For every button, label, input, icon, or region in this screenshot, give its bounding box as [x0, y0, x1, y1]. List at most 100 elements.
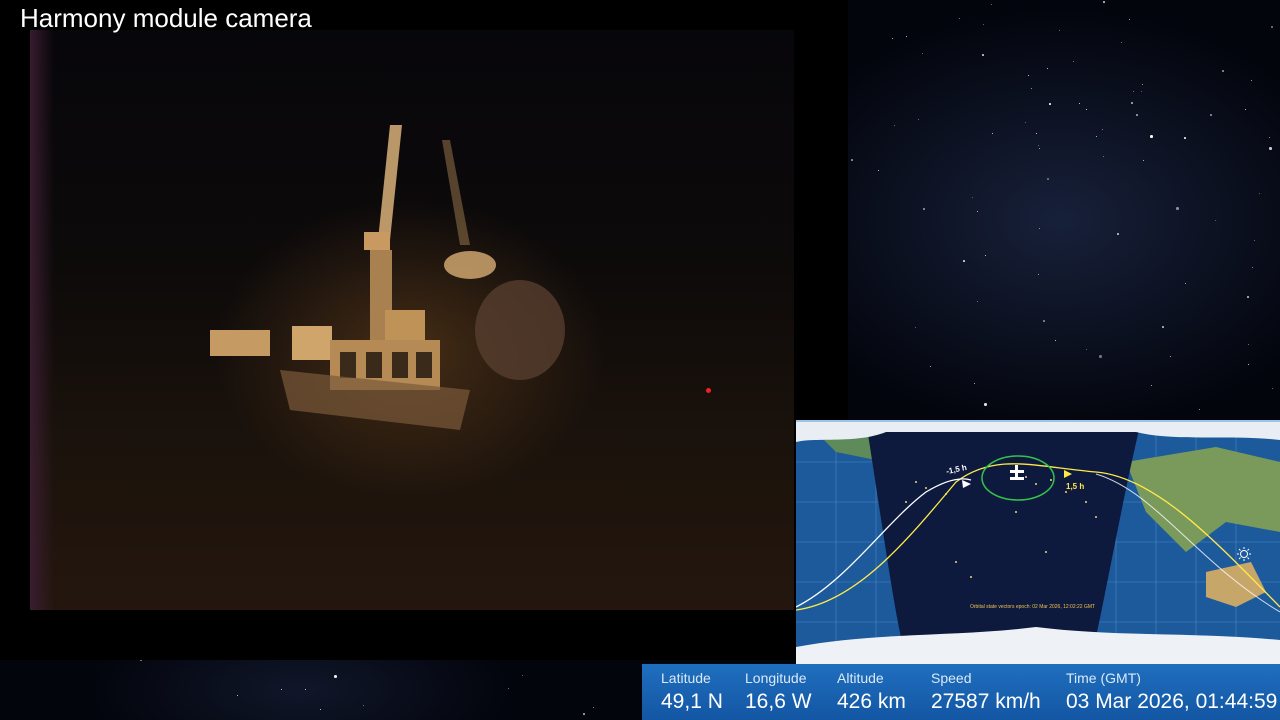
- star: [1025, 122, 1026, 123]
- star: [1117, 233, 1119, 235]
- arm-boom-shadow: [442, 140, 470, 245]
- star: [1031, 88, 1032, 89]
- star: [1086, 349, 1087, 350]
- star: [977, 211, 978, 212]
- star: [983, 24, 984, 25]
- future-orbit-label: 1,5 h: [1066, 482, 1085, 491]
- star: [984, 403, 987, 406]
- star: [1096, 136, 1097, 137]
- longitude-readout: Longitude 16,6 W: [745, 670, 812, 715]
- star: [1222, 70, 1224, 72]
- star: [982, 54, 984, 56]
- star: [878, 170, 879, 171]
- star: [930, 366, 931, 367]
- altitude-readout: Altitude 426 km: [837, 670, 906, 715]
- star: [1059, 30, 1060, 31]
- star: [363, 705, 364, 706]
- night-region: [866, 422, 1141, 649]
- star: [1271, 26, 1273, 28]
- star: [991, 4, 992, 5]
- star: [1038, 274, 1039, 275]
- altitude-label: Altitude: [837, 670, 884, 686]
- telemetry-bar: Latitude 49,1 N Longitude 16,6 W Altitud…: [642, 664, 1280, 720]
- star: [237, 695, 238, 696]
- star: [1047, 68, 1048, 69]
- star: [918, 119, 919, 120]
- module-center-left: [292, 326, 332, 360]
- longitude-label: Longitude: [745, 670, 807, 686]
- star: [1079, 103, 1080, 104]
- module-hatch: [340, 352, 356, 378]
- latitude-label: Latitude: [661, 670, 711, 686]
- speed-readout: Speed 27587 km/h: [931, 670, 1041, 715]
- star: [1103, 1, 1105, 3]
- longitude-value: 16,6 W: [745, 690, 812, 713]
- star: [281, 689, 282, 690]
- altitude-value: 426 km: [837, 690, 906, 713]
- star: [1184, 137, 1186, 139]
- star: [1199, 409, 1200, 410]
- star: [1129, 19, 1130, 20]
- arm-end-effector: [444, 251, 496, 279]
- module-hatch: [366, 352, 382, 378]
- star: [593, 707, 594, 708]
- time-value: 03 Mar 2026, 01:44:59: [1066, 690, 1278, 713]
- time-label: Time (GMT): [1066, 670, 1141, 686]
- star: [1210, 114, 1212, 116]
- star: [1043, 320, 1045, 322]
- star: [1103, 156, 1104, 157]
- module-hatch: [416, 352, 432, 378]
- module-hatch: [392, 352, 408, 378]
- star: [522, 675, 523, 676]
- star: [1055, 340, 1056, 341]
- star: [1131, 102, 1133, 104]
- star: [1036, 133, 1037, 134]
- star: [922, 53, 923, 54]
- world-map: [796, 422, 1280, 664]
- star: [972, 197, 973, 198]
- module-shadow: [475, 280, 565, 380]
- star: [1121, 42, 1122, 43]
- arm-joint: [364, 232, 390, 250]
- star: [1133, 91, 1134, 92]
- star: [1141, 91, 1142, 92]
- speed-label: Speed: [931, 670, 972, 686]
- star: [959, 18, 960, 19]
- star: [1162, 326, 1164, 328]
- star: [1245, 109, 1246, 110]
- star: [1142, 84, 1143, 85]
- star: [1143, 160, 1144, 161]
- star: [977, 301, 978, 302]
- star: [1038, 145, 1039, 146]
- ground-track-map: -1,5 h 1,5 h Orbital state vectors epoch…: [796, 420, 1280, 664]
- star: [851, 159, 853, 161]
- star: [1251, 80, 1252, 81]
- star: [1215, 220, 1216, 221]
- star: [1248, 364, 1249, 365]
- star: [1254, 240, 1255, 241]
- star: [963, 260, 965, 262]
- speed-value: 27587 km/h: [931, 690, 1041, 713]
- star: [1272, 388, 1273, 389]
- star: [320, 709, 321, 710]
- star: [915, 327, 916, 328]
- star: [508, 688, 509, 689]
- star: [1073, 61, 1074, 62]
- star: [583, 713, 585, 715]
- star: [1136, 114, 1138, 116]
- star: [1099, 355, 1102, 358]
- star: [892, 38, 893, 39]
- star: [1039, 148, 1040, 149]
- star: [1269, 147, 1272, 150]
- star: [1185, 283, 1186, 284]
- star: [1150, 135, 1153, 138]
- module-left: [210, 330, 270, 356]
- camera-title: Harmony module camera: [20, 3, 312, 33]
- arm-boom: [378, 125, 402, 240]
- star: [1102, 129, 1103, 130]
- star: [1049, 103, 1051, 105]
- star: [1039, 228, 1040, 229]
- star: [923, 208, 925, 210]
- camera-feed: [30, 30, 794, 610]
- latitude-readout: Latitude 49,1 N: [661, 670, 723, 715]
